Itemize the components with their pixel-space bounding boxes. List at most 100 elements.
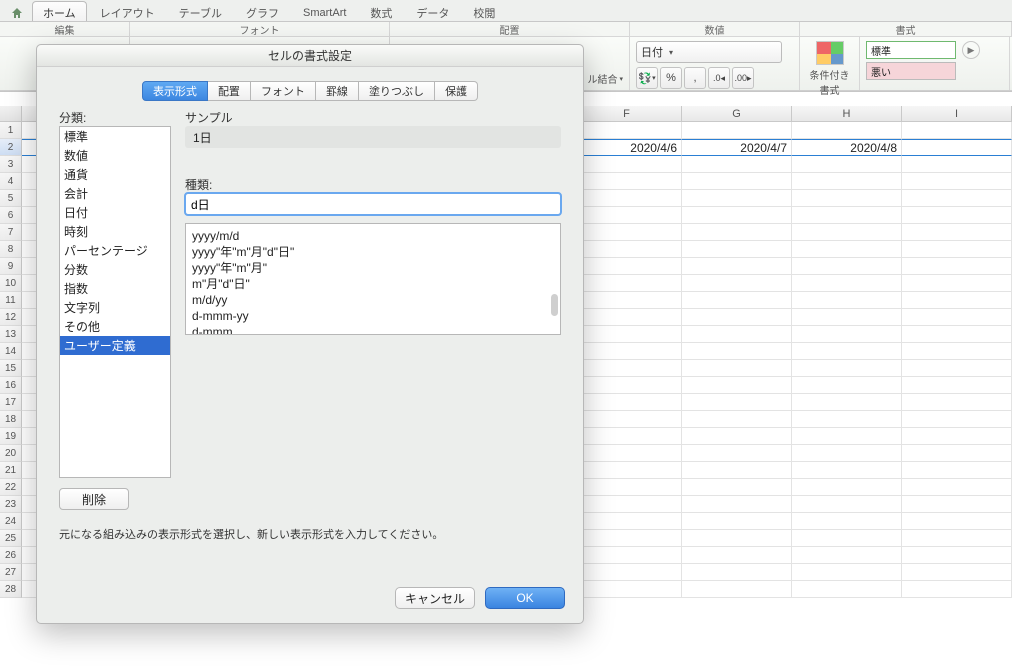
cell[interactable] [792,275,902,292]
cell[interactable] [792,564,902,581]
cell[interactable] [682,411,792,428]
cell[interactable] [792,292,902,309]
cell[interactable] [682,224,792,241]
row-header[interactable]: 6 [0,207,22,224]
category-item[interactable]: 通貨 [60,165,170,184]
cell[interactable] [902,122,1012,139]
category-item[interactable]: 分数 [60,260,170,279]
cell[interactable] [572,581,682,598]
row-header[interactable]: 21 [0,462,22,479]
cell[interactable] [902,173,1012,190]
currency-button[interactable]: 💱▾ [636,67,658,89]
row-header[interactable]: 14 [0,343,22,360]
select-all-corner[interactable] [0,106,22,121]
cell[interactable] [572,479,682,496]
row-header[interactable]: 18 [0,411,22,428]
cell[interactable] [792,156,902,173]
cell[interactable] [902,275,1012,292]
scrollbar[interactable] [550,244,558,330]
cell[interactable] [572,122,682,139]
number-format-dropdown[interactable]: 日付 ▾ [636,41,782,63]
cell[interactable] [792,343,902,360]
cell[interactable] [902,292,1012,309]
cell[interactable] [682,173,792,190]
tab-smartart[interactable]: SmartArt [292,1,357,21]
tab-data[interactable]: データ [405,1,460,21]
cell[interactable] [792,462,902,479]
cell[interactable] [572,547,682,564]
category-list[interactable]: 標準数値通貨会計日付時刻パーセンテージ分数指数文字列その他ユーザー定義 [59,126,171,478]
cell[interactable] [572,326,682,343]
cell[interactable] [682,190,792,207]
category-item[interactable]: 指数 [60,279,170,298]
cell[interactable]: 2020/4/6 [572,139,682,156]
row-header[interactable]: 17 [0,394,22,411]
row-header[interactable]: 3 [0,156,22,173]
cell[interactable] [682,581,792,598]
row-header[interactable]: 25 [0,530,22,547]
panel-conditional-format[interactable]: 条件付き 書式 [800,37,860,90]
cell[interactable] [792,411,902,428]
cell[interactable] [572,224,682,241]
cell[interactable] [682,479,792,496]
cell[interactable] [572,292,682,309]
row-header[interactable]: 22 [0,479,22,496]
merge-cells-button[interactable]: ル結合 ▾ [587,71,623,86]
cell[interactable] [792,326,902,343]
cell[interactable] [682,360,792,377]
cell[interactable] [572,360,682,377]
row-header[interactable]: 24 [0,513,22,530]
cell[interactable] [792,190,902,207]
format-code-item[interactable]: yyyy/m/d [192,228,554,244]
cancel-button[interactable]: キャンセル [395,587,475,609]
cell[interactable] [572,411,682,428]
row-header[interactable]: 9 [0,258,22,275]
cell[interactable] [682,326,792,343]
cell[interactable] [792,581,902,598]
cell[interactable] [682,292,792,309]
format-code-item[interactable]: yyyy"年"m"月"d"日" [192,244,554,260]
row-header[interactable]: 5 [0,190,22,207]
dlgtab-align[interactable]: 配置 [208,81,251,101]
cell[interactable] [792,547,902,564]
dlgtab-border[interactable]: 罫線 [316,81,359,101]
cell[interactable] [792,445,902,462]
dlgtab-fill[interactable]: 塗りつぶし [359,81,435,101]
row-header[interactable]: 12 [0,309,22,326]
row-header[interactable]: 13 [0,326,22,343]
format-code-item[interactable]: m"月"d"日" [192,276,554,292]
style-bad[interactable]: 悪い [866,62,956,80]
cell[interactable] [682,564,792,581]
colhead-H[interactable]: H [792,106,902,121]
ok-button[interactable]: OK [485,587,565,609]
colhead-F[interactable]: F [572,106,682,121]
type-input[interactable] [185,193,561,215]
row-header[interactable]: 11 [0,292,22,309]
cell[interactable] [682,547,792,564]
style-normal[interactable]: 標準 [866,41,956,59]
cell[interactable] [902,241,1012,258]
cell[interactable] [682,513,792,530]
cell[interactable]: 2020/4/8 [792,139,902,156]
tab-home[interactable]: ホーム [32,1,87,21]
cell[interactable] [902,394,1012,411]
cell[interactable] [902,496,1012,513]
colhead-I[interactable]: I [902,106,1012,121]
category-item[interactable]: 時刻 [60,222,170,241]
tab-chart[interactable]: グラフ [235,1,290,21]
tab-table[interactable]: テーブル [168,1,233,21]
cell[interactable] [902,309,1012,326]
cell[interactable] [792,207,902,224]
cell[interactable] [902,547,1012,564]
cell[interactable] [572,156,682,173]
cell[interactable] [792,377,902,394]
row-header[interactable]: 4 [0,173,22,190]
cell[interactable] [792,173,902,190]
row-header[interactable]: 16 [0,377,22,394]
cell[interactable] [902,326,1012,343]
format-code-item[interactable]: d-mmm [192,324,554,335]
cell[interactable] [682,377,792,394]
cell[interactable] [682,122,792,139]
cell[interactable] [572,564,682,581]
format-code-list[interactable]: yyyy/m/dyyyy"年"m"月"d"日"yyyy"年"m"月"m"月"d"… [185,223,561,335]
